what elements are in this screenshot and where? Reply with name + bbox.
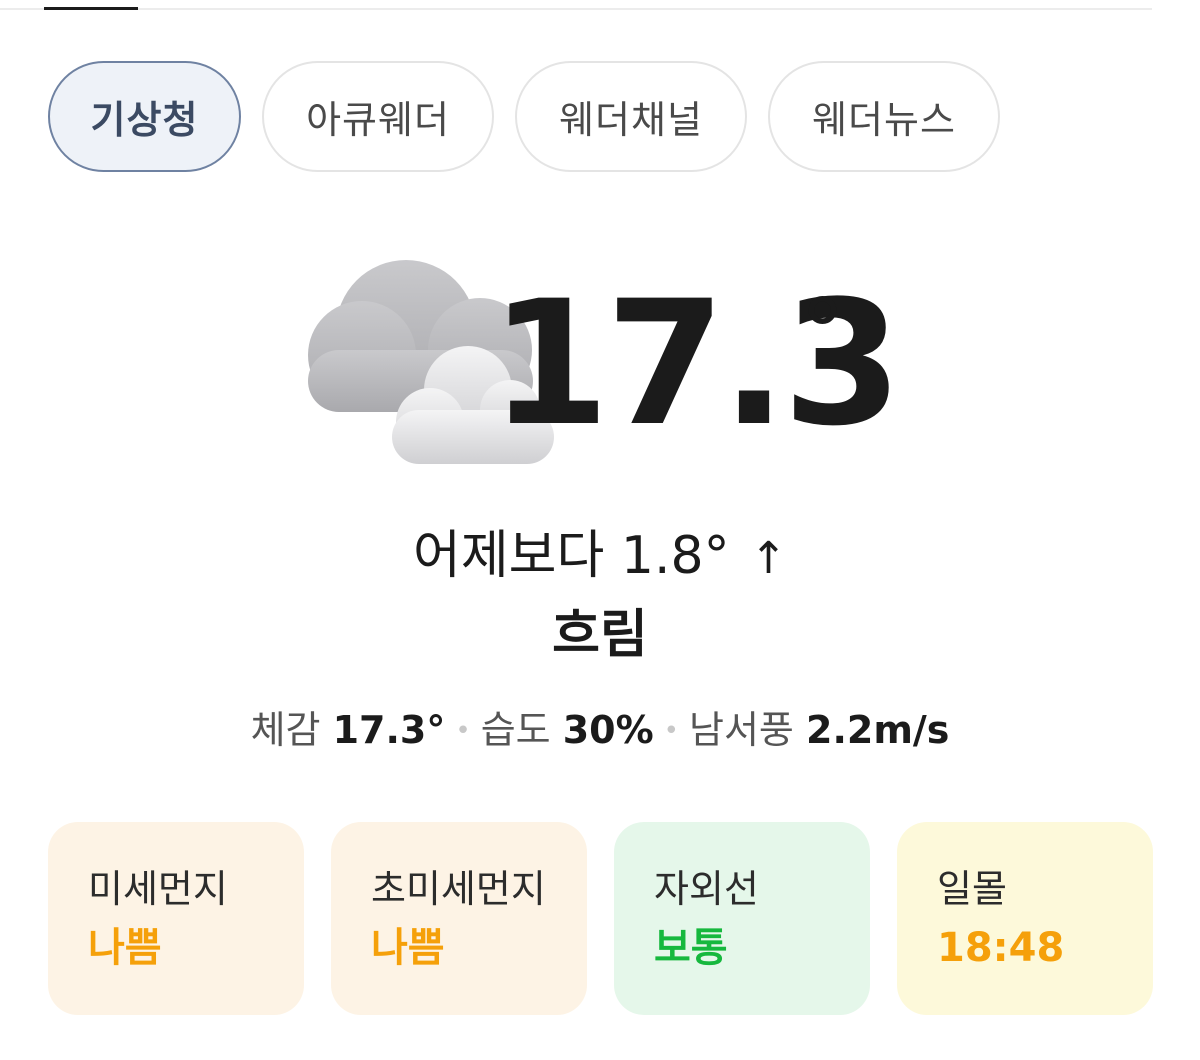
- source-tabs: 기상청 아큐웨더 웨더채널 웨더뉴스: [48, 61, 1000, 172]
- card-value: 나쁨: [88, 925, 162, 971]
- wind-label: 남서풍: [689, 708, 794, 752]
- card-label: 초미세먼지: [371, 867, 546, 911]
- tab-weathernews[interactable]: 웨더뉴스: [768, 61, 1000, 172]
- arrow-up-icon: ↑: [750, 533, 787, 584]
- card-label: 자외선: [654, 867, 759, 911]
- card-uv-index[interactable]: 자외선 보통: [614, 822, 870, 1015]
- humidity-label: 습도: [480, 708, 551, 752]
- card-sunset[interactable]: 일몰 18:48: [897, 822, 1153, 1015]
- weather-details: 체감 17.3° • 습도 30% • 남서풍 2.2m/s: [0, 705, 1200, 756]
- tab-kma[interactable]: 기상청: [48, 61, 241, 172]
- card-value: 18:48: [937, 925, 1065, 971]
- tab-accuweather[interactable]: 아큐웨더: [262, 61, 494, 172]
- tab-weather-channel[interactable]: 웨더채널: [515, 61, 747, 172]
- card-value: 보통: [654, 925, 728, 971]
- weather-condition: 흐림: [552, 605, 648, 665]
- feels-like-value: 17.3°: [332, 708, 446, 752]
- comparison-text: 어제보다 1.8°: [413, 526, 730, 586]
- yesterday-comparison: 어제보다 1.8° ↑: [0, 525, 1200, 590]
- feels-like-label: 체감: [250, 708, 321, 752]
- top-divider: [0, 8, 1152, 10]
- card-label: 미세먼지: [88, 867, 228, 911]
- card-ultrafine-dust[interactable]: 초미세먼지 나쁨: [331, 822, 587, 1015]
- air-quality-cards: 미세먼지 나쁨 초미세먼지 나쁨 자외선 보통 일몰 18:48: [48, 822, 1153, 1015]
- separator-dot: •: [455, 716, 471, 746]
- card-fine-dust[interactable]: 미세먼지 나쁨: [48, 822, 304, 1015]
- wind-value: 2.2m/s: [806, 708, 950, 752]
- active-tab-indicator: [44, 7, 138, 10]
- card-value: 나쁨: [371, 925, 445, 971]
- humidity-value: 30%: [562, 708, 654, 752]
- temperature-degree-symbol: °: [800, 280, 845, 385]
- separator-dot: •: [663, 716, 680, 746]
- card-label: 일몰: [937, 867, 1007, 911]
